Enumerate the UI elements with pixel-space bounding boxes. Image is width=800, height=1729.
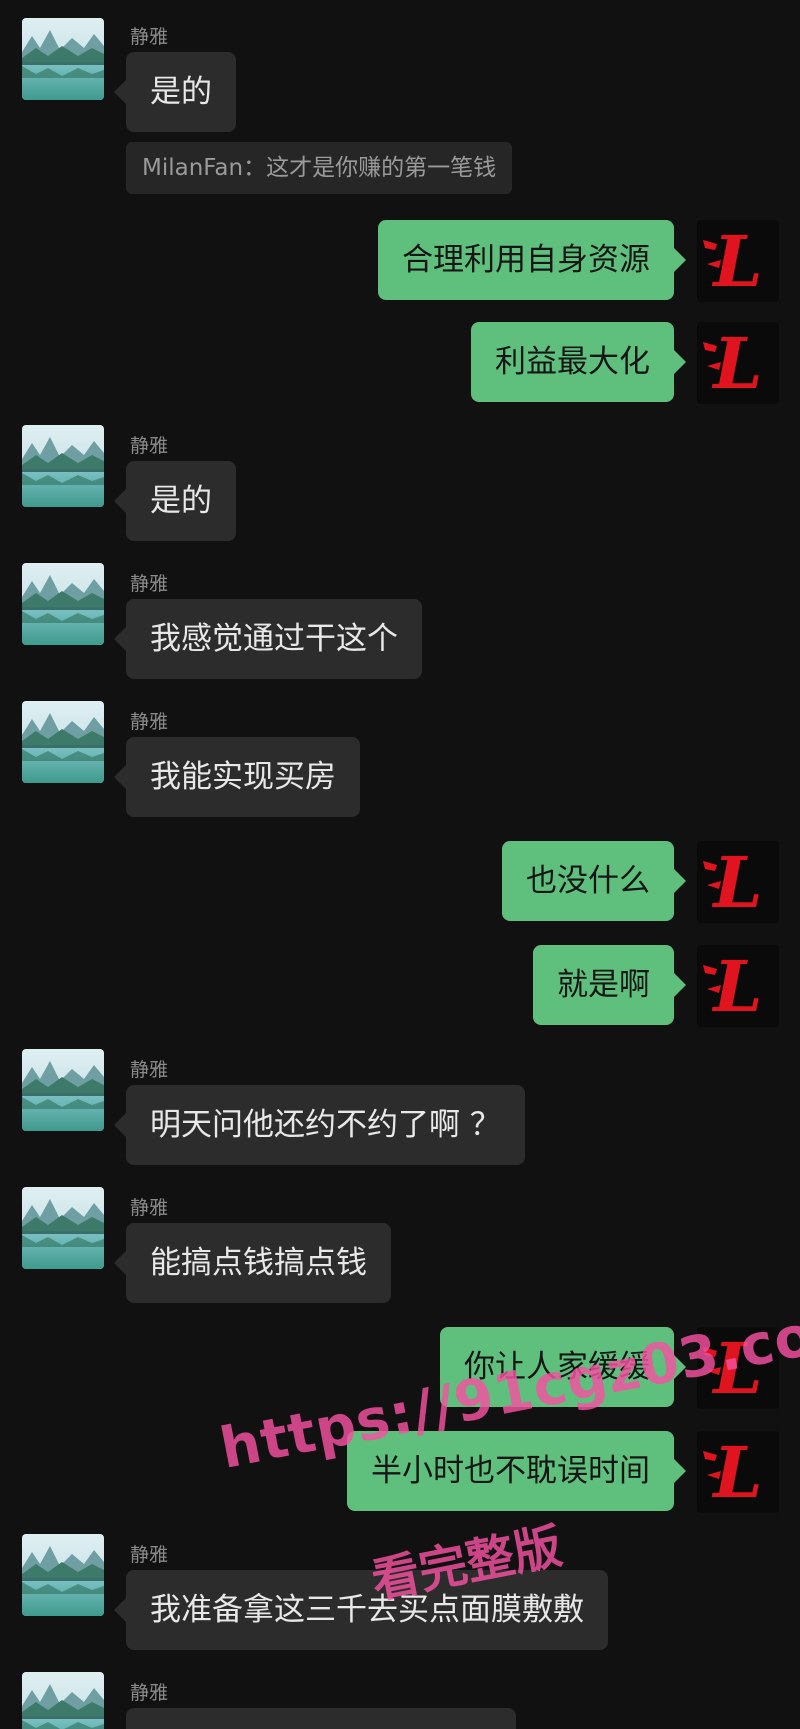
contact-avatar[interactable] xyxy=(22,701,104,783)
message-row-incoming: 静雅 明天问他还约不约了啊 ？ xyxy=(0,1049,800,1165)
message-row-incoming: 静雅 xyxy=(0,1672,800,1729)
quoted-reply[interactable]: MilanFan：这才是你赚的第一笔钱 xyxy=(126,142,513,194)
contact-avatar[interactable] xyxy=(22,425,104,507)
message-bubble[interactable]: 明天问他还约不约了啊 ？ xyxy=(114,1085,525,1165)
contact-avatar[interactable] xyxy=(22,1049,104,1131)
message-row-outgoing: 也没什么 L xyxy=(0,841,800,923)
message-bubble[interactable]: 利益最大化 xyxy=(471,322,686,402)
message-row-outgoing: 你让人家缓缓 L xyxy=(0,1327,800,1409)
message-bubble[interactable]: 你让人家缓缓 xyxy=(440,1327,686,1407)
gothic-letter-l-avatar-icon[interactable]: L xyxy=(697,841,779,923)
message-row-outgoing: 半小时也不耽误时间 L xyxy=(0,1431,800,1513)
message-row-outgoing: 合理利用自身资源 L xyxy=(0,220,800,302)
chat-message-list[interactable]: 静雅 是的 MilanFan：这才是你赚的第一笔钱 合理利用自身资源 L 利益最… xyxy=(0,0,800,1729)
message-bubble[interactable]: 半小时也不耽误时间 xyxy=(347,1431,686,1511)
gothic-letter-l-avatar-icon[interactable]: L xyxy=(697,1431,779,1513)
sender-name: 静雅 xyxy=(130,26,169,48)
message-bubble[interactable]: 我感觉通过干这个 xyxy=(114,599,422,679)
gothic-letter-l-avatar-icon[interactable]: L xyxy=(697,322,779,404)
sender-name: 静雅 xyxy=(130,573,169,595)
message-bubble[interactable]: 合理利用自身资源 xyxy=(378,220,686,300)
message-bubble[interactable]: 是的 xyxy=(114,461,236,541)
contact-avatar[interactable] xyxy=(22,1672,104,1729)
sender-name: 静雅 xyxy=(130,435,169,457)
contact-avatar[interactable] xyxy=(22,1187,104,1269)
message-bubble[interactable]: 是的 xyxy=(114,52,236,132)
contact-avatar[interactable] xyxy=(22,18,104,100)
gothic-letter-l-avatar-icon[interactable]: L xyxy=(697,1327,779,1409)
sender-name: 静雅 xyxy=(130,1682,169,1704)
sender-name: 静雅 xyxy=(130,711,169,733)
message-bubble[interactable] xyxy=(126,1708,516,1729)
message-bubble[interactable]: 我准备拿这三千去买点面膜敷敷 xyxy=(114,1570,608,1650)
message-row-incoming: 静雅 能搞点钱搞点钱 xyxy=(0,1187,800,1303)
sender-name: 静雅 xyxy=(130,1197,169,1219)
contact-avatar[interactable] xyxy=(22,1534,104,1616)
message-row-incoming: 静雅 我能实现买房 xyxy=(0,701,800,817)
message-row-incoming: 静雅 我感觉通过干这个 xyxy=(0,563,800,679)
message-bubble[interactable]: 我能实现买房 xyxy=(114,737,360,817)
contact-avatar[interactable] xyxy=(22,563,104,645)
message-bubble[interactable]: 就是啊 xyxy=(533,945,686,1025)
gothic-letter-l-avatar-icon[interactable]: L xyxy=(697,220,779,302)
message-row-outgoing: 利益最大化 L xyxy=(0,322,800,404)
message-row-incoming: 静雅 是的 xyxy=(0,425,800,541)
message-bubble[interactable]: 能搞点钱搞点钱 xyxy=(114,1223,391,1303)
message-row-incoming: 静雅 我准备拿这三千去买点面膜敷敷 xyxy=(0,1534,800,1650)
message-row-incoming: 静雅 是的 MilanFan：这才是你赚的第一笔钱 xyxy=(0,18,800,198)
message-row-outgoing: 就是啊 L xyxy=(0,945,800,1027)
sender-name: 静雅 xyxy=(130,1059,169,1081)
message-bubble[interactable]: 也没什么 xyxy=(502,841,686,921)
gothic-letter-l-avatar-icon[interactable]: L xyxy=(697,945,779,1027)
sender-name: 静雅 xyxy=(130,1544,169,1566)
